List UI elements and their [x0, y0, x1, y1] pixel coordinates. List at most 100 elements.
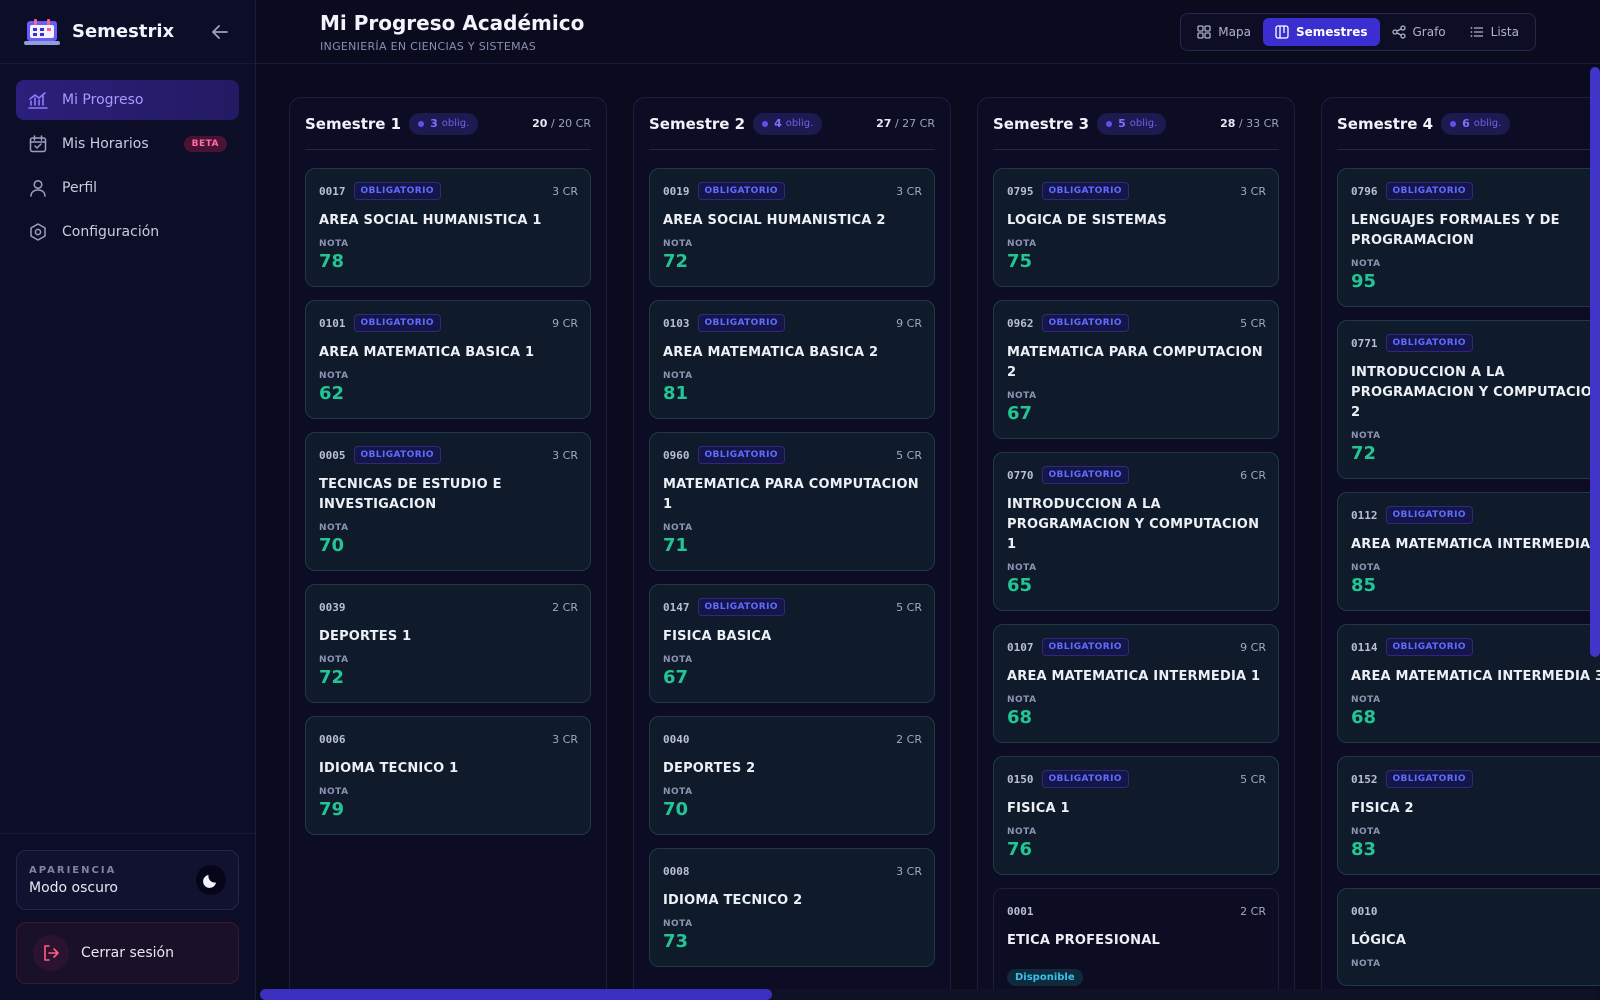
course-card-header: 0006 3 CR — [319, 729, 578, 749]
required-count-badge: 3 oblig. — [409, 112, 479, 135]
course-card[interactable]: 0101 OBLIGATORIO 9 CR AREA MATEMATICA BASIC… — [305, 300, 591, 419]
course-card-header: 0147 OBLIGATORIO 5 CR — [663, 597, 922, 617]
course-code: 0040 — [663, 732, 690, 746]
vertical-scroll-thumb[interactable] — [1590, 67, 1600, 657]
sidebar-item-configuracion[interactable]: Configuración — [16, 212, 239, 252]
course-credits: 5 CR — [1240, 772, 1266, 786]
course-card-header: 0150 OBLIGATORIO 5 CR — [1007, 769, 1266, 789]
required-count-label: oblig. — [1129, 118, 1158, 129]
course-card[interactable]: 0960 OBLIGATORIO 5 CR MATEMATICA PARA COMPU… — [649, 432, 935, 571]
course-card-header: 0001 2 CR — [1007, 901, 1266, 921]
credits-done: 27 — [876, 117, 892, 130]
grade-label: NOTA — [1007, 827, 1037, 837]
sidebar-item-mi-progreso[interactable]: Mi Progreso — [16, 80, 239, 120]
vertical-scrollbar[interactable] — [1590, 67, 1600, 987]
required-badge: OBLIGATORIO — [353, 182, 441, 200]
sidebar-nav: Mi Progreso Mis Horarios BETA Perfil Con… — [0, 64, 255, 272]
semester-title: Semestre 4 — [1337, 114, 1434, 133]
page-subtitle: INGENIERÍA EN CIENCIAS Y SISTEMAS — [320, 40, 536, 53]
course-card[interactable]: 0017 OBLIGATORIO 3 CR AREA SOCIAL HUMANISTI… — [305, 168, 591, 287]
course-card[interactable]: 0040 2 CR DEPORTES 2 NOTA 70 — [649, 716, 935, 835]
grade-label: NOTA — [663, 919, 693, 929]
status-badge: Disponible — [1007, 969, 1083, 986]
course-card[interactable]: 0019 OBLIGATORIO 3 CR AREA SOCIAL HUMANISTI… — [649, 168, 935, 287]
beta-badge: BETA — [183, 136, 227, 152]
sidebar-item-mis-horarios[interactable]: Mis Horarios BETA — [16, 124, 239, 164]
sidebar-footer: APARIENCIA Modo oscuro Cerrar sesión — [0, 833, 255, 1000]
course-card-header: 0770 OBLIGATORIO 6 CR — [1007, 465, 1266, 485]
collapse-sidebar-button[interactable] — [209, 21, 231, 43]
course-credits: 5 CR — [896, 448, 922, 462]
arrow-left-icon — [212, 24, 228, 39]
course-credits: 2 CR — [1240, 904, 1266, 918]
course-credits: 6 CR — [1240, 468, 1266, 482]
required-badge: OBLIGATORIO — [1041, 314, 1129, 332]
course-card[interactable]: 0796 OBLIGATORIO LENGUAJES FORMALES Y DE P… — [1337, 168, 1600, 307]
course-credits: 5 CR — [1240, 316, 1266, 330]
course-name: LOGICA DE SISTEMAS — [1007, 213, 1167, 228]
course-card[interactable]: 0771 OBLIGATORIO INTRODUCCION A LA PROGRAM… — [1337, 320, 1600, 479]
course-card[interactable]: 0114 OBLIGATORIO AREA MATEMATICA INTERMEDI… — [1337, 624, 1600, 743]
required-count-label: oblig. — [1473, 118, 1502, 129]
grade-label: NOTA — [1351, 695, 1381, 705]
horizontal-scroll-thumb[interactable] — [260, 989, 772, 1000]
view-button-grafo[interactable]: Grafo — [1380, 18, 1458, 46]
horizontal-scrollbar[interactable] — [260, 989, 1600, 1000]
course-card[interactable]: 0107 OBLIGATORIO 9 CR AREA MATEMATICA INTER… — [993, 624, 1279, 743]
semester-column: Semestre 46oblig.29 / 0796OBLIGATORIOLEN… — [1321, 97, 1600, 1000]
moon-icon[interactable] — [196, 865, 226, 895]
logout-button[interactable]: Cerrar sesión — [16, 922, 239, 984]
grade-label: NOTA — [1351, 431, 1381, 441]
course-card[interactable]: 0001 2 CR ETICA PROFESIONAL Disponible — [993, 888, 1279, 1000]
course-card-header: 0962 OBLIGATORIO 5 CR — [1007, 313, 1266, 333]
course-name: DEPORTES 2 — [663, 761, 756, 776]
semester-column: Semestre 1 3 oblig. 20 / 20 CR 0017 OBLIGATOR… — [289, 97, 607, 1000]
sidebar-item-label: Mis Horarios — [62, 136, 149, 152]
semester-header: Semestre 3 5 oblig. 28 / 33 CR — [993, 98, 1279, 150]
grade-label: NOTA — [663, 371, 693, 381]
dot-icon — [1450, 120, 1457, 127]
grade-value: 67 — [663, 667, 689, 688]
grade-label: NOTA — [1007, 391, 1037, 401]
course-card-header: 0040 2 CR — [663, 729, 922, 749]
course-card[interactable]: 0103 OBLIGATORIO 9 CR AREA MATEMATICA BASIC… — [649, 300, 935, 419]
semester-header: Semestre 2 4 oblig. 27 / 27 CR — [649, 98, 935, 150]
course-card[interactable]: 0005 OBLIGATORIO 3 CR TECNICAS DE ESTUDIO E… — [305, 432, 591, 571]
view-button-mapa[interactable]: Mapa — [1185, 18, 1263, 46]
course-card[interactable]: 0010 LÓGICA NOTA — [1337, 888, 1600, 986]
credits-total: 20 CR — [558, 117, 591, 130]
course-card[interactable]: 0770 OBLIGATORIO 6 CR INTRODUCCION A LA PRO… — [993, 452, 1279, 611]
course-code: 0152 — [1351, 772, 1378, 786]
course-card[interactable]: 0008 3 CR IDIOMA TECNICO 2 NOTA 73 — [649, 848, 935, 967]
course-card[interactable]: 0962 OBLIGATORIO 5 CR MATEMATICA PARA COMPU… — [993, 300, 1279, 439]
course-card[interactable]: 0039 2 CR DEPORTES 1 NOTA 72 — [305, 584, 591, 703]
view-button-lista[interactable]: Lista — [1458, 18, 1531, 46]
required-badge: OBLIGATORIO — [1041, 770, 1129, 788]
view-button-semestres[interactable]: Semestres — [1262, 18, 1380, 46]
course-card[interactable]: 0147 OBLIGATORIO 5 CR FISICA BASICA NOTA 67 — [649, 584, 935, 703]
course-card[interactable]: 0795 OBLIGATORIO 3 CR LOGICA DE SISTEMAS NOT… — [993, 168, 1279, 287]
required-badge: OBLIGATORIO — [1385, 334, 1473, 352]
semester-title: Semestre 3 — [993, 114, 1090, 133]
share-graph-icon — [1391, 25, 1406, 39]
course-card[interactable]: 0006 3 CR IDIOMA TECNICO 1 NOTA 79 — [305, 716, 591, 835]
course-card[interactable]: 0150 OBLIGATORIO 5 CR FISICA 1 NOTA 76 — [993, 756, 1279, 875]
course-card-header: 0005 OBLIGATORIO 3 CR — [319, 445, 578, 465]
sidebar-item-perfil[interactable]: Perfil — [16, 168, 239, 208]
logout-label: Cerrar sesión — [81, 945, 174, 961]
grade-value: 68 — [1351, 707, 1377, 728]
view-label: Lista — [1490, 25, 1519, 39]
appearance-toggle[interactable]: APARIENCIA Modo oscuro — [16, 850, 239, 910]
grade-value: 72 — [663, 251, 689, 272]
grade-value: 76 — [1007, 839, 1033, 860]
course-card[interactable]: 0112 OBLIGATORIO AREA MATEMATICA INTERMEDI… — [1337, 492, 1600, 611]
user-icon — [28, 178, 48, 198]
semester-header: Semestre 46oblig.29 / — [1337, 98, 1600, 150]
required-badge: OBLIGATORIO — [1041, 638, 1129, 656]
grade-value: 62 — [319, 383, 345, 404]
required-count-label: oblig. — [785, 118, 814, 129]
course-card[interactable]: 0152 OBLIGATORIO FISICA 2 NOTA 83 — [1337, 756, 1600, 875]
course-name: MATEMATICA PARA COMPUTACION 2 — [1007, 345, 1263, 380]
required-badge: OBLIGATORIO — [353, 446, 441, 464]
brand: Semestrix — [0, 0, 255, 64]
